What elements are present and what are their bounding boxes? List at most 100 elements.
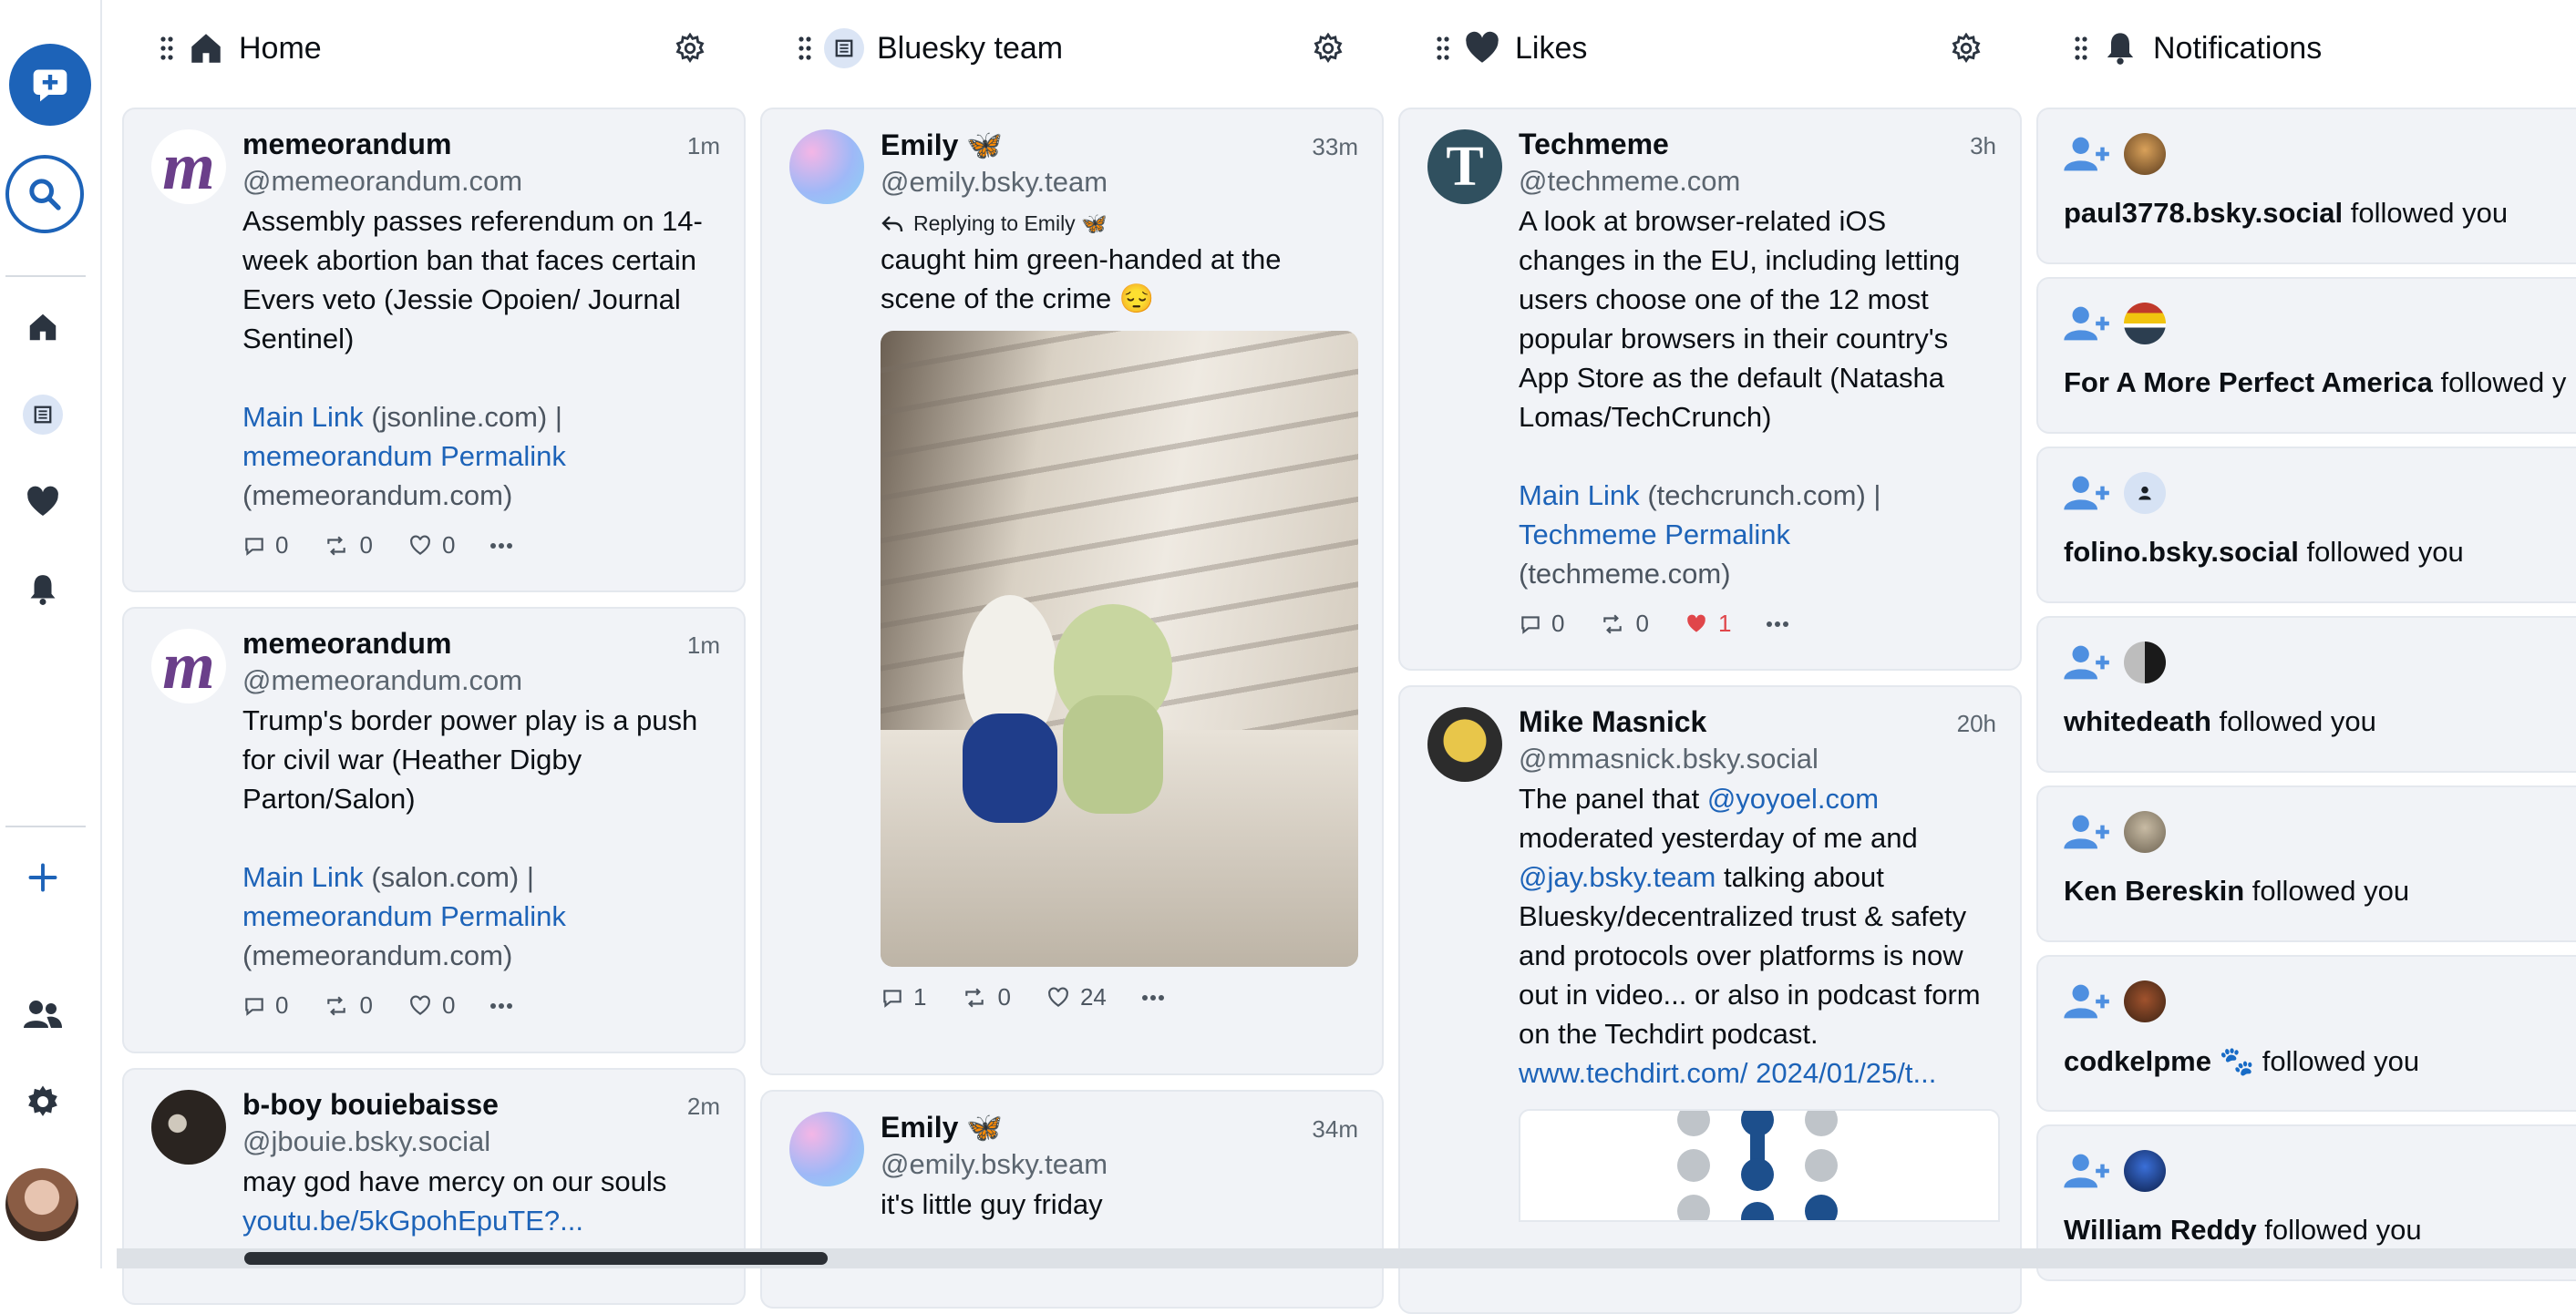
author-name[interactable]: Emily 🦋 bbox=[881, 1110, 1003, 1145]
more-button[interactable] bbox=[489, 1001, 522, 1011]
repost-button[interactable]: 0 bbox=[1599, 610, 1649, 638]
repost-button[interactable]: 0 bbox=[323, 991, 373, 1020]
avatar[interactable] bbox=[2124, 642, 2166, 683]
like-count: 1 bbox=[1717, 610, 1732, 637]
author-handle[interactable]: @techmeme.com bbox=[1519, 165, 1996, 198]
repost-button[interactable]: 0 bbox=[323, 531, 373, 559]
avatar[interactable] bbox=[2124, 303, 2166, 344]
main-link[interactable]: Main Link bbox=[242, 401, 364, 433]
notification-user[interactable]: For A More Perfect America bbox=[2064, 366, 2433, 398]
author-name[interactable]: memeorandum bbox=[242, 627, 451, 661]
post-image[interactable] bbox=[881, 331, 1358, 967]
notification-user[interactable]: folino.bsky.social bbox=[2064, 536, 2299, 568]
like-button[interactable]: 24 bbox=[1046, 983, 1107, 1011]
column-settings-button[interactable] bbox=[675, 32, 707, 66]
column-settings-button[interactable] bbox=[1313, 32, 1345, 66]
sidebar-list[interactable] bbox=[22, 394, 64, 436]
notification-item[interactable]: For A More Perfect America followed y bbox=[2036, 277, 2576, 434]
author-handle[interactable]: @memeorandum.com bbox=[242, 664, 720, 697]
notification-item[interactable]: codkelpme 🐾 followed you bbox=[2036, 955, 2576, 1112]
author-handle[interactable]: @jbouie.bsky.social bbox=[242, 1125, 720, 1158]
repost-icon bbox=[327, 535, 346, 556]
add-column-button[interactable] bbox=[22, 857, 64, 898]
horizontal-scrollbar[interactable] bbox=[117, 1248, 2576, 1268]
avatar[interactable]: T bbox=[1427, 129, 1502, 204]
drag-handle-icon[interactable] bbox=[793, 32, 817, 65]
more-button[interactable] bbox=[1141, 993, 1174, 1002]
post-card[interactable]: m memeorandum 1m @memeorandum.com Assemb… bbox=[122, 108, 746, 592]
drag-handle-icon[interactable] bbox=[155, 32, 179, 65]
author-name[interactable]: Techmeme bbox=[1519, 128, 1669, 161]
post-card[interactable]: b-boy bouiebaisse 2m @jbouie.bsky.social… bbox=[122, 1068, 746, 1305]
author-name[interactable]: memeorandum bbox=[242, 128, 451, 161]
post-card[interactable]: Emily 🦋 33m @emily.bsky.team Replying to… bbox=[760, 108, 1384, 1075]
people-icon bbox=[24, 1001, 62, 1028]
post-link[interactable]: www.techdirt.com/ 2024/01/25/t... bbox=[1519, 1057, 1936, 1089]
scrollbar-thumb[interactable] bbox=[244, 1252, 828, 1265]
avatar[interactable] bbox=[789, 129, 864, 204]
people-button[interactable] bbox=[22, 993, 64, 1035]
drag-handle-icon[interactable] bbox=[1431, 32, 1455, 65]
notification-item[interactable]: whitedeath followed you bbox=[2036, 616, 2576, 773]
permalink[interactable]: memeorandum Permalink bbox=[242, 900, 566, 932]
link-preview-image[interactable] bbox=[1519, 1109, 2000, 1222]
more-button[interactable] bbox=[489, 541, 522, 550]
post-card[interactable]: m memeorandum 1m @memeorandum.com Trump'… bbox=[122, 607, 746, 1053]
avatar[interactable] bbox=[2124, 980, 2166, 1022]
author-handle[interactable]: @emily.bsky.team bbox=[881, 1148, 1358, 1181]
author-handle[interactable]: @mmasnick.bsky.social bbox=[1519, 743, 1996, 775]
like-button[interactable]: 0 bbox=[407, 991, 455, 1020]
sidebar-likes[interactable] bbox=[22, 481, 64, 523]
avatar[interactable] bbox=[789, 1112, 864, 1186]
notification-item[interactable]: paul3778.bsky.social followed you bbox=[2036, 108, 2576, 264]
post-card[interactable]: Mike Masnick 20h @mmasnick.bsky.social T… bbox=[1398, 685, 2022, 1314]
reply-button[interactable]: 0 bbox=[1519, 610, 1564, 638]
notification-item[interactable]: Ken Bereskin followed you bbox=[2036, 785, 2576, 942]
search-button[interactable] bbox=[5, 155, 84, 233]
notification-user[interactable]: Ken Bereskin bbox=[2064, 875, 2244, 907]
column-settings-button[interactable] bbox=[1951, 32, 1984, 66]
author-handle[interactable]: @memeorandum.com bbox=[242, 165, 720, 198]
avatar[interactable] bbox=[2124, 811, 2166, 853]
like-button[interactable]: 0 bbox=[407, 531, 455, 559]
author-handle[interactable]: @emily.bsky.team bbox=[881, 166, 1358, 199]
main-link[interactable]: Main Link bbox=[242, 861, 364, 893]
notification-user[interactable]: paul3778.bsky.social bbox=[2064, 197, 2343, 229]
post-link[interactable]: youtu.be/5kGpohEpuTE?... bbox=[242, 1201, 720, 1240]
sidebar-home[interactable] bbox=[22, 306, 64, 348]
avatar[interactable]: m bbox=[151, 129, 226, 204]
drag-handle-icon[interactable] bbox=[2069, 32, 2093, 65]
settings-button[interactable] bbox=[22, 1081, 64, 1123]
notification-user[interactable]: William Reddy bbox=[2064, 1214, 2257, 1246]
author-name[interactable]: Emily 🦋 bbox=[881, 128, 1003, 162]
author-name[interactable]: b-boy bouiebaisse bbox=[242, 1088, 499, 1122]
avatar[interactable] bbox=[2124, 472, 2166, 514]
avatar[interactable] bbox=[2124, 133, 2166, 175]
repost-button[interactable]: 0 bbox=[961, 983, 1011, 1011]
post-card[interactable]: T Techmeme 3h @techmeme.com A look at br… bbox=[1398, 108, 2022, 671]
avatar[interactable] bbox=[2124, 1150, 2166, 1192]
reply-button[interactable]: 0 bbox=[242, 531, 288, 559]
reply-button[interactable]: 1 bbox=[881, 983, 926, 1011]
user-avatar[interactable] bbox=[5, 1168, 78, 1241]
replying-to[interactable]: Replying to Emily 🦋 bbox=[913, 211, 1108, 236]
mention-link[interactable]: @jay.bsky.team bbox=[1519, 861, 1716, 893]
avatar[interactable] bbox=[151, 1090, 226, 1165]
sidebar-notifications[interactable] bbox=[22, 569, 64, 611]
like-button[interactable]: 1 bbox=[1684, 610, 1731, 638]
reply-button[interactable]: 0 bbox=[242, 991, 288, 1020]
permalink[interactable]: memeorandum Permalink bbox=[242, 440, 566, 472]
notification-user[interactable]: whitedeath bbox=[2064, 705, 2211, 737]
more-button[interactable] bbox=[1766, 620, 1798, 629]
mention-link[interactable]: @yoyoel.com bbox=[1707, 783, 1879, 815]
main-link[interactable]: Main Link bbox=[1519, 479, 1640, 511]
avatar[interactable]: m bbox=[151, 629, 226, 703]
compose-button[interactable] bbox=[9, 44, 91, 126]
avatar[interactable] bbox=[1427, 707, 1502, 782]
notification-user[interactable]: codkelpme 🐾 bbox=[2064, 1045, 2254, 1077]
notification-item[interactable]: folino.bsky.social followed you bbox=[2036, 447, 2576, 603]
permalink[interactable]: Techmeme Permalink bbox=[1519, 518, 1790, 550]
follow-icon bbox=[2064, 1154, 2109, 1188]
post-card[interactable]: Emily 🦋 34m @emily.bsky.team it's little… bbox=[760, 1090, 1384, 1309]
author-name[interactable]: Mike Masnick bbox=[1519, 705, 1706, 739]
